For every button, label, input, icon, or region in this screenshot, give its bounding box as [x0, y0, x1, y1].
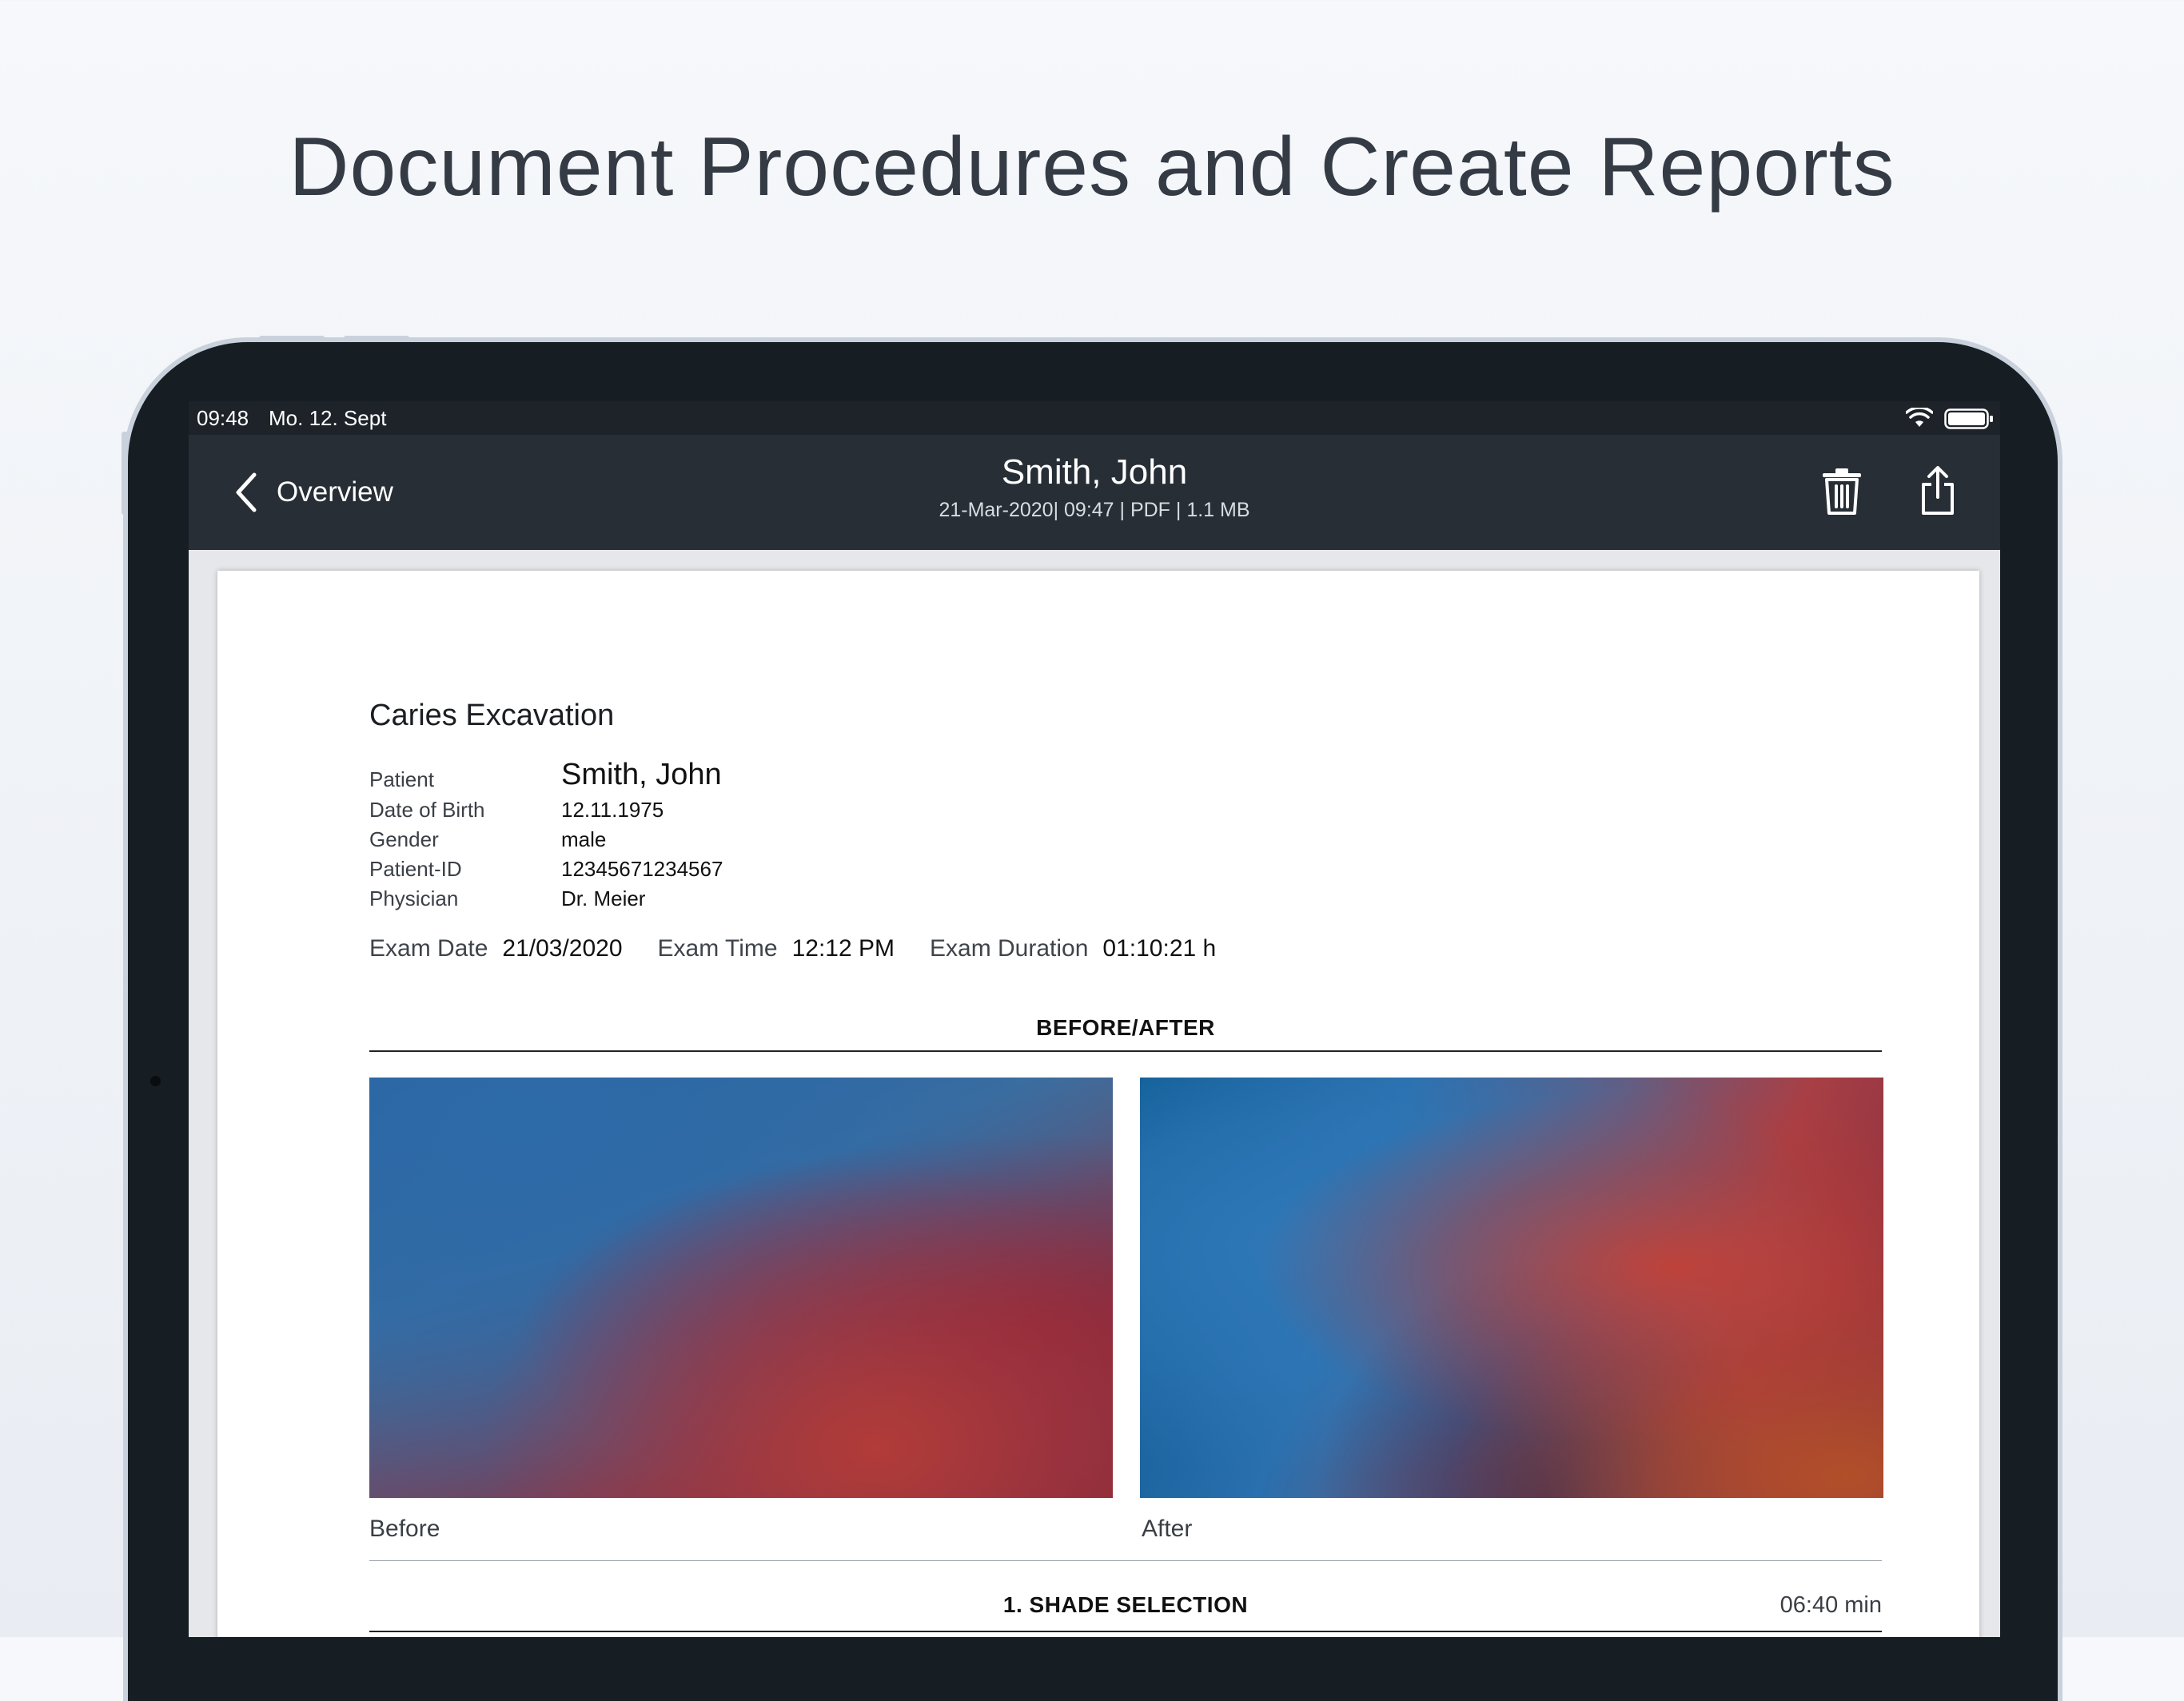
dob-value: 12.11.1975 [561, 798, 664, 822]
exam-duration-value: 01:10:21 h [1102, 935, 1217, 962]
exam-date-label: Exam Date [369, 935, 488, 962]
report-title: Caries Excavation [369, 699, 615, 732]
battery-icon [1944, 408, 1993, 429]
exam-date-value: 21/03/2020 [502, 935, 623, 962]
trash-icon[interactable] [1819, 465, 1864, 516]
device-side-button [122, 432, 128, 515]
marketing-headline: Document Procedures and Create Reports [289, 121, 1895, 213]
camera-dot [150, 1076, 161, 1086]
device-top-button [259, 336, 325, 342]
patient-id-value: 12345671234567 [561, 857, 723, 881]
wifi-icon [1906, 408, 1933, 427]
exam-duration-label: Exam Duration [930, 935, 1089, 962]
before-caption: Before [369, 1516, 440, 1542]
physician-label: Physician [369, 886, 459, 910]
dob-label: Date of Birth [369, 798, 485, 822]
before-image[interactable] [369, 1078, 1113, 1498]
before-after-heading: BEFORE/AFTER [1036, 1015, 1215, 1040]
device-top-button [344, 336, 409, 342]
patient-name: Smith, John [561, 758, 722, 791]
status-bar: 09:48 Mo. 12. Sept [189, 401, 2000, 435]
patient-label: Patient [369, 767, 434, 791]
caption-divider [369, 1560, 1882, 1561]
document-title: Smith, John [1001, 452, 1188, 492]
section-divider [369, 1631, 1882, 1632]
pdf-report-page[interactable]: Caries Excavation Patient Smith, John Da… [217, 571, 1979, 1637]
gender-label: Gender [369, 827, 439, 851]
section-divider [369, 1050, 1882, 1052]
physician-value: Dr. Meier [561, 886, 646, 910]
exam-details: Exam Date 21/03/2020 Exam Time 12:12 PM Exam… [369, 935, 1251, 962]
document-metadata: 21-Mar-2020| 09:47 | PDF | 1.1 MB [939, 499, 1250, 521]
patient-id-label: Patient-ID [369, 857, 462, 881]
shade-selection-heading: 1. SHADE SELECTION [1002, 1592, 1249, 1617]
status-time: 09:48 [197, 406, 249, 430]
after-image[interactable] [1140, 1078, 1883, 1498]
exam-time-value: 12:12 PM [791, 935, 895, 962]
exam-time-label: Exam Time [657, 935, 778, 962]
share-icon[interactable] [1915, 465, 1960, 516]
gender-value: male [561, 827, 607, 851]
status-date: Mo. 12. Sept [269, 406, 387, 430]
navigation-bar: Overview Smith, John 21-Mar-2020| 09:47 … [189, 435, 2000, 550]
shade-selection-duration: 06:40 min [1779, 1592, 1882, 1618]
tablet-screen: 09:48 Mo. 12. Sept Overview Smith, John … [189, 401, 2000, 1637]
after-caption: After [1142, 1516, 1193, 1542]
